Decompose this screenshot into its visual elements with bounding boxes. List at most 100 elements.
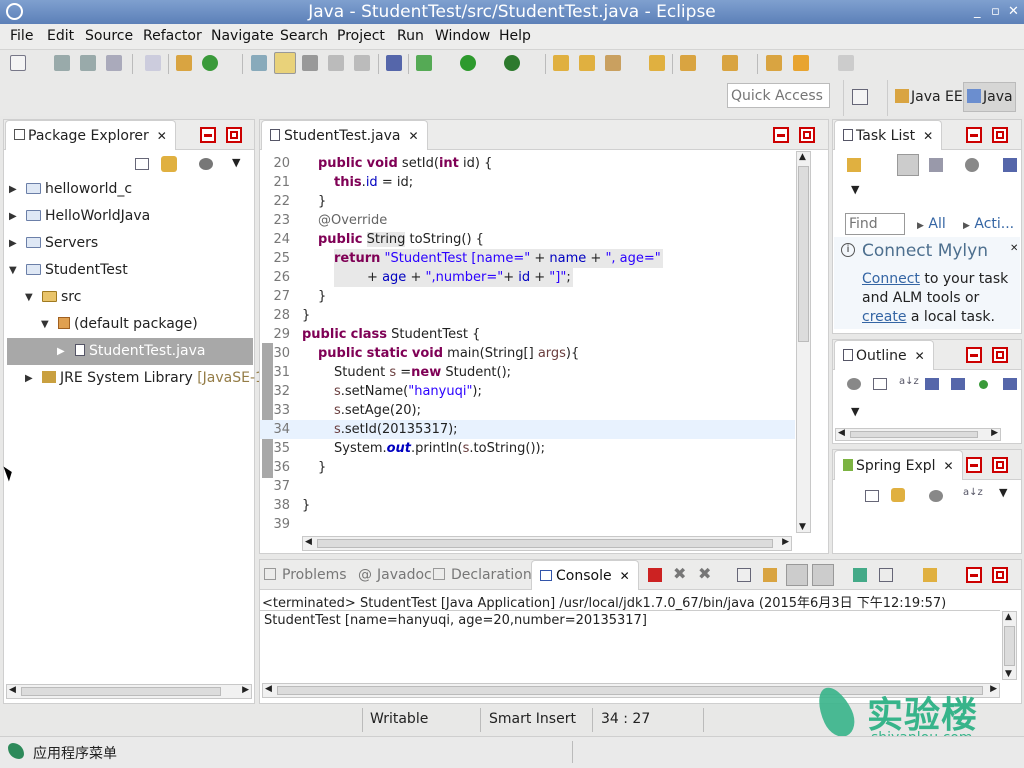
- collapse-icon[interactable]: ▼: [25, 284, 33, 311]
- close-icon[interactable]: ✕: [1010, 243, 1018, 254]
- highlight-icon[interactable]: [274, 52, 296, 74]
- clear-console-icon[interactable]: [737, 568, 751, 582]
- close-icon[interactable]: ✕: [944, 459, 954, 473]
- scroll-lock-icon[interactable]: [763, 568, 777, 582]
- pin-icon[interactable]: [386, 55, 402, 71]
- close-icon[interactable]: ✕: [157, 129, 167, 143]
- console-vertical-scrollbar[interactable]: ▲ ▼: [1002, 611, 1017, 680]
- chevron-down-icon[interactable]: ▼: [851, 405, 859, 418]
- collapse-all-icon[interactable]: [965, 158, 979, 172]
- chevron-down-icon[interactable]: ▼: [232, 156, 240, 169]
- view-menu-icon[interactable]: [199, 158, 213, 170]
- block-select-icon[interactable]: [328, 55, 344, 71]
- search-tool-icon[interactable]: [605, 55, 621, 71]
- forward-icon[interactable]: [838, 55, 854, 71]
- scheduled-icon[interactable]: [929, 158, 943, 172]
- menu-refactor[interactable]: Refactor: [143, 28, 202, 44]
- open-task-icon[interactable]: [579, 55, 595, 71]
- tab-outline[interactable]: Outline ✕: [834, 340, 934, 370]
- link-editor-icon[interactable]: [891, 488, 905, 502]
- outline-tool-icon[interactable]: [847, 378, 861, 390]
- refresh-icon[interactable]: [202, 55, 218, 71]
- debug-icon[interactable]: [416, 55, 432, 71]
- chevron-down-icon[interactable]: ▼: [999, 486, 1007, 499]
- print-icon[interactable]: [106, 55, 122, 71]
- sort-icon[interactable]: a↓z: [963, 487, 983, 498]
- collapse-icon[interactable]: ▼: [9, 257, 17, 284]
- tree-item-studenttest-java[interactable]: ▶ StudentTest.java: [7, 338, 253, 365]
- tree-item-jre-library[interactable]: ▶ JRE System Library [JavaSE-1.7]: [25, 365, 283, 392]
- editor-horizontal-scrollbar[interactable]: ◀ ▶: [302, 536, 792, 551]
- minimize-button[interactable]: [773, 127, 789, 143]
- console-output[interactable]: StudentTest [name=hanyuqi, age=20,number…: [264, 613, 647, 628]
- menu-navigate[interactable]: Navigate: [211, 28, 274, 44]
- link-editor-icon[interactable]: [161, 156, 177, 172]
- prev-annotation-icon[interactable]: [722, 55, 738, 71]
- tab-javadoc[interactable]: @ Javadoc: [358, 560, 432, 590]
- last-edit-icon[interactable]: [766, 55, 782, 71]
- close-icon[interactable]: ✕: [408, 129, 418, 143]
- menu-source[interactable]: Source: [85, 28, 133, 44]
- back-icon[interactable]: [793, 55, 809, 71]
- new-task-icon[interactable]: [847, 158, 861, 172]
- hide-nonpublic-icon[interactable]: [979, 380, 988, 389]
- maximize-button[interactable]: [226, 127, 242, 143]
- menu-search[interactable]: Search: [280, 28, 328, 44]
- code-area[interactable]: 20 public void setId(int id) { 21 this.id …: [260, 151, 795, 536]
- next-annotation-icon[interactable]: [680, 55, 696, 71]
- display-console-icon[interactable]: [879, 568, 893, 582]
- close-icon[interactable]: ✕: [923, 129, 933, 143]
- expand-icon[interactable]: ▶: [9, 176, 17, 203]
- menu-project[interactable]: Project: [337, 28, 385, 44]
- editor-vertical-scrollbar[interactable]: ▲ ▼: [796, 151, 811, 533]
- open-folder-icon[interactable]: [649, 55, 665, 71]
- app-menu-icon[interactable]: [8, 743, 24, 759]
- open-console-icon[interactable]: [923, 568, 937, 582]
- tree-item-default-package[interactable]: ▼ (default package): [41, 311, 198, 338]
- all-filter[interactable]: ▶ All: [917, 216, 946, 232]
- hide-fields-icon[interactable]: [925, 378, 939, 390]
- menu-edit[interactable]: Edit: [47, 28, 74, 44]
- run-external-icon[interactable]: [504, 55, 520, 71]
- link-icon[interactable]: [1003, 158, 1017, 172]
- minimize-button[interactable]: [966, 347, 982, 363]
- task-find-input[interactable]: [845, 213, 905, 235]
- minimize-button[interactable]: [966, 567, 982, 583]
- perspective-java-ee[interactable]: Java EE: [895, 89, 963, 105]
- restore-window-button[interactable]: ▫: [991, 0, 1000, 24]
- quick-access-input[interactable]: [727, 83, 830, 108]
- tab-console[interactable]: Console ✕: [531, 560, 639, 590]
- tree-item-helloworld_c[interactable]: ▶ helloworld_c: [9, 176, 132, 203]
- expand-icon[interactable]: ▶: [9, 203, 17, 230]
- hide-static-icon[interactable]: [951, 378, 965, 390]
- chevron-down-icon[interactable]: ▼: [851, 183, 859, 196]
- minimize-button[interactable]: [966, 127, 982, 143]
- menu-run[interactable]: Run: [397, 28, 424, 44]
- close-icon[interactable]: ✕: [915, 349, 925, 363]
- tab-task-list[interactable]: Task List ✕: [834, 120, 943, 150]
- maximize-button[interactable]: [992, 567, 1008, 583]
- close-window-button[interactable]: ✕: [1008, 0, 1019, 24]
- tab-problems[interactable]: Problems: [264, 560, 347, 590]
- open-type-icon[interactable]: [553, 55, 569, 71]
- expand-icon[interactable]: ▶: [9, 230, 17, 257]
- maximize-button[interactable]: [799, 127, 815, 143]
- terminate-icon[interactable]: [648, 568, 662, 582]
- tree-item-studenttest[interactable]: ▼ StudentTest: [9, 257, 128, 284]
- activate-filter[interactable]: ▶ Acti...: [963, 216, 1014, 232]
- horizontal-scrollbar[interactable]: ◀ ▶: [6, 684, 252, 699]
- remove-launch-icon[interactable]: ✖: [673, 564, 686, 583]
- maximize-button[interactable]: [992, 127, 1008, 143]
- maximize-button[interactable]: [992, 457, 1008, 473]
- tree-item-helloworldjava[interactable]: ▶ HelloWorldJava: [9, 203, 150, 230]
- expand-icon[interactable]: ▶: [57, 338, 65, 365]
- menu-window[interactable]: Window: [435, 28, 490, 44]
- open-perspective-icon[interactable]: [852, 89, 868, 105]
- collapse-icon[interactable]: ▼: [41, 311, 49, 338]
- tab-studenttest-java[interactable]: StudentTest.java ✕: [261, 120, 428, 150]
- app-menu-button[interactable]: 应用程序菜单: [33, 743, 117, 763]
- toggle-breakpoint-icon[interactable]: [251, 55, 267, 71]
- horizontal-scrollbar[interactable]: ◀ ▶: [835, 428, 1001, 441]
- sort-icon[interactable]: a↓z: [899, 376, 919, 387]
- hide-local-icon[interactable]: [1003, 378, 1017, 390]
